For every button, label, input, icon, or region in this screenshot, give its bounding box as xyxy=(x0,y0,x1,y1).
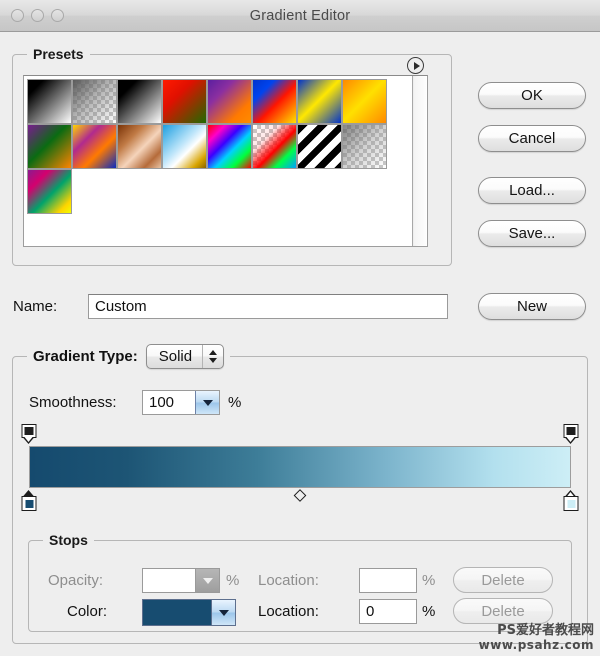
preset-swatch-orange-yellow-orange[interactable] xyxy=(341,78,387,124)
chevron-down-icon xyxy=(202,399,213,406)
color-stop-swatch xyxy=(563,496,579,511)
preset-swatch-spectrum[interactable] xyxy=(206,123,252,169)
presets-panel-menu-button[interactable] xyxy=(407,57,424,74)
name-input[interactable]: Custom xyxy=(88,294,448,319)
opacity-stop-right[interactable] xyxy=(563,424,579,444)
preset-swatch-violet-orange[interactable] xyxy=(206,78,252,124)
watermark-line-2: www.psahz.com xyxy=(478,638,594,653)
preset-swatch-neutral-density[interactable] xyxy=(341,123,387,169)
preset-swatch-blue-red-yellow[interactable] xyxy=(251,78,297,124)
opacity-location-unit: % xyxy=(422,572,436,589)
smoothness-dropdown-button[interactable] xyxy=(195,391,219,414)
chevron-down-icon xyxy=(202,577,213,584)
new-button[interactable]: New xyxy=(478,293,586,320)
opacity-stop-swatch xyxy=(21,424,37,438)
stops-group: Stops Opacity: % Location: % Delete Colo… xyxy=(28,532,572,632)
title-bar: Gradient Editor xyxy=(0,0,600,32)
color-location-unit: % xyxy=(422,603,436,620)
gradient-type-label: Gradient Type: xyxy=(33,348,138,365)
preset-swatch-violet-green-yellow[interactable] xyxy=(26,168,72,214)
color-location-label: Location: xyxy=(258,603,319,620)
cancel-button[interactable]: Cancel xyxy=(478,125,586,152)
preset-swatch-foreground-to-transparent[interactable] xyxy=(71,78,117,124)
name-label: Name: xyxy=(13,298,58,315)
preset-swatch-blue-yellow-blue[interactable] xyxy=(296,78,342,124)
gradient-type-header: Gradient Type: Solid xyxy=(27,344,231,369)
chevron-down-icon xyxy=(218,609,229,616)
load-button[interactable]: Load... xyxy=(478,177,586,204)
watermark: PS爱好者教程网 www.psahz.com xyxy=(478,623,594,653)
smoothness-label: Smoothness: xyxy=(29,394,117,411)
color-stop-left[interactable] xyxy=(21,490,37,511)
smoothness-value[interactable]: 100 xyxy=(143,391,195,414)
presets-group-label: Presets xyxy=(27,46,90,62)
opacity-location-label: Location: xyxy=(258,572,319,589)
color-swatch[interactable] xyxy=(143,600,211,625)
opacity-stop-swatch xyxy=(563,424,579,438)
opacity-stop-pointer xyxy=(22,437,35,444)
preset-swatch-copper[interactable] xyxy=(116,123,162,169)
dialog-body: Presets OK Cancel Load... Save... New Na… xyxy=(0,32,600,656)
opacity-dropdown-button[interactable] xyxy=(195,569,219,592)
stops-group-label: Stops xyxy=(43,532,94,548)
opacity-unit: % xyxy=(226,572,240,589)
opacity-delete-button[interactable]: Delete xyxy=(453,567,553,593)
preset-swatch-fill xyxy=(72,79,116,123)
smoothness-combo[interactable]: 100 xyxy=(142,390,220,415)
gradient-editor-window: Gradient Editor Presets OK Cancel Load..… xyxy=(0,0,600,656)
opacity-combo[interactable] xyxy=(142,568,220,593)
gradient-preview-bar[interactable] xyxy=(29,446,571,488)
presets-scrollbar[interactable] xyxy=(412,76,427,246)
smoothness-unit: % xyxy=(228,394,242,411)
presets-list[interactable] xyxy=(23,75,428,247)
preset-swatch-transparent-rainbow[interactable] xyxy=(251,123,297,169)
watermark-line-1: PS爱好者教程网 xyxy=(497,623,594,639)
opacity-stop-pointer xyxy=(564,437,577,444)
opacity-stop-left[interactable] xyxy=(21,424,37,444)
gradient-type-select[interactable]: Solid xyxy=(145,344,225,369)
color-delete-button[interactable]: Delete xyxy=(453,598,553,624)
opacity-value[interactable] xyxy=(143,569,195,592)
preset-swatch-red-green[interactable] xyxy=(161,78,207,124)
presets-group: Presets xyxy=(12,46,452,266)
color-stop-right[interactable] xyxy=(563,490,579,511)
preset-swatch-grid xyxy=(26,78,387,214)
opacity-label: Opacity: xyxy=(48,572,104,589)
color-label: Color: xyxy=(67,603,108,620)
preset-swatch-foreground-to-background[interactable] xyxy=(26,78,72,124)
preset-swatch-transparent-stripes[interactable] xyxy=(296,123,342,169)
preset-swatch-fill xyxy=(252,124,296,168)
ok-button[interactable]: OK xyxy=(478,82,586,109)
color-swatch-combo[interactable] xyxy=(142,599,236,626)
preset-swatch-yellow-violet-orange-blue[interactable] xyxy=(71,123,117,169)
gradient-type-value: Solid xyxy=(158,348,193,365)
up-down-arrows-icon xyxy=(203,350,223,363)
opacity-location-input[interactable] xyxy=(359,568,417,593)
window-title: Gradient Editor xyxy=(249,7,351,24)
right-triangle-circle-icon xyxy=(413,61,420,70)
preset-swatch-chrome[interactable] xyxy=(161,123,207,169)
save-button[interactable]: Save... xyxy=(478,220,586,247)
color-stop-swatch xyxy=(21,496,37,511)
presets-scrollbar-thumb[interactable] xyxy=(414,77,426,245)
preset-swatch-black-white[interactable] xyxy=(116,78,162,124)
color-dropdown-button[interactable] xyxy=(211,600,235,625)
color-location-input[interactable]: 0 xyxy=(359,599,417,624)
preset-swatch-violet-green-orange[interactable] xyxy=(26,123,72,169)
preset-swatch-fill xyxy=(342,124,386,168)
